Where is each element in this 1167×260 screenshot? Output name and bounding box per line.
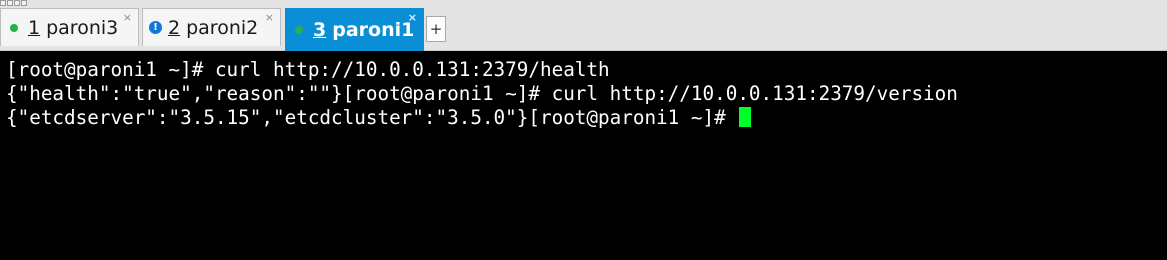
tab-paroni2[interactable]: ! 2 paroni2 × bbox=[142, 8, 281, 46]
green-dot-icon bbox=[10, 23, 18, 32]
tab-bar-grip[interactable] bbox=[0, 0, 30, 8]
green-dot-icon bbox=[295, 26, 303, 34]
tab-label: paroni3 bbox=[46, 16, 119, 39]
tab-paroni1[interactable]: 3 paroni1 × bbox=[285, 8, 424, 51]
terminal-output[interactable]: [root@paroni1 ~]# curl http://10.0.0.131… bbox=[0, 52, 1167, 260]
close-icon[interactable]: × bbox=[265, 12, 274, 23]
tab-bar: 1 paroni3 × ! 2 paroni2 × 3 paroni1 × + bbox=[0, 0, 1167, 51]
close-icon[interactable]: × bbox=[123, 12, 132, 23]
info-icon: ! bbox=[149, 21, 162, 34]
tab-label: paroni2 bbox=[186, 16, 259, 39]
tab-paroni3[interactable]: 1 paroni3 × bbox=[0, 8, 139, 46]
terminal-prompt-line: {"etcdserver":"3.5.15","etcdcluster":"3.… bbox=[6, 106, 752, 130]
tab-number: 1 bbox=[28, 16, 41, 39]
terminal-cursor bbox=[739, 107, 752, 127]
tab-number: 3 bbox=[313, 19, 327, 41]
terminal-line: {"health":"true","reason":""}[root@paron… bbox=[6, 82, 958, 105]
close-icon[interactable]: × bbox=[408, 12, 417, 23]
tab-label: paroni1 bbox=[332, 19, 415, 41]
terminal-line: [root@paroni1 ~]# curl http://10.0.0.131… bbox=[6, 58, 610, 81]
terminal-line-text: {"etcdserver":"3.5.15","etcdcluster":"3.… bbox=[6, 106, 738, 129]
add-tab-button[interactable]: + bbox=[426, 16, 446, 42]
tab-number: 2 bbox=[168, 16, 181, 39]
